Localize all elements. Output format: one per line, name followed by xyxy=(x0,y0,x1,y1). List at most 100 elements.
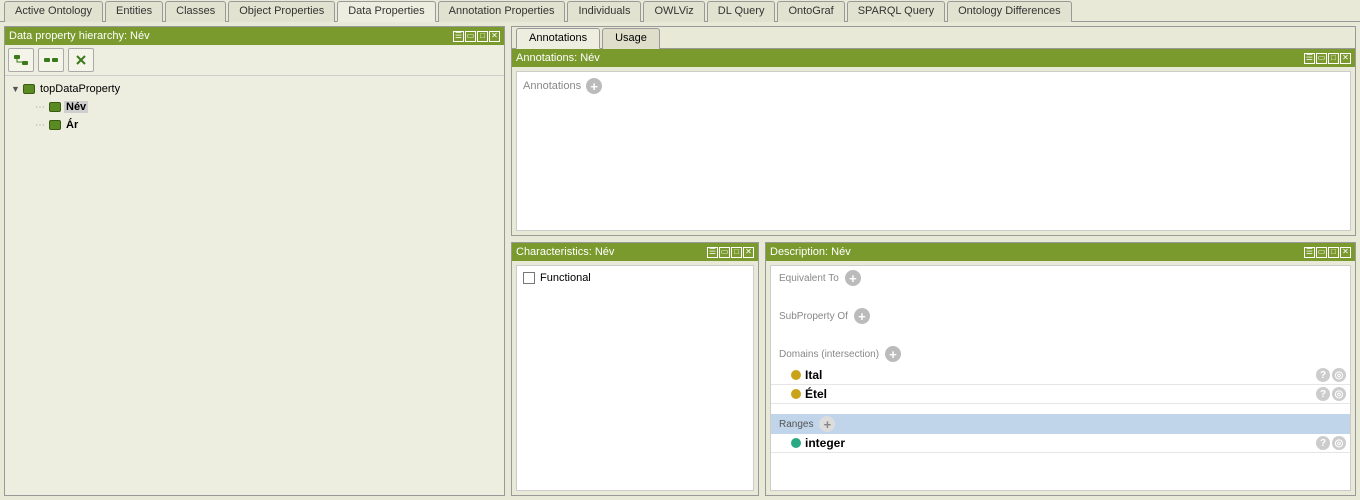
panel-close-icon[interactable]: ✕ xyxy=(1340,53,1351,64)
domain-label: Étel xyxy=(805,387,827,401)
ranges-label: Ranges xyxy=(779,419,813,430)
panel-maximize-icon[interactable]: □ xyxy=(1328,247,1339,258)
annotations-body: Annotations + xyxy=(516,71,1351,231)
panel-pin-icon[interactable]: ▭ xyxy=(1316,247,1327,258)
hierarchy-toolbar xyxy=(5,45,504,76)
hierarchy-panel-header: Data property hierarchy: Név ☰ ▭ □ ✕ xyxy=(5,27,504,45)
add-child-button[interactable] xyxy=(38,48,64,72)
equivalent-to-section: Equivalent To + xyxy=(771,266,1350,290)
annotations-add-label: Annotations xyxy=(523,80,581,92)
panel-pin-icon[interactable]: ▭ xyxy=(1316,53,1327,64)
tab-annotation-properties[interactable]: Annotation Properties xyxy=(438,1,566,22)
add-range-button[interactable]: + xyxy=(819,416,835,432)
help-icon[interactable]: ? xyxy=(1316,368,1330,382)
tree-connector-icon: ⋯ xyxy=(35,102,49,113)
tab-individuals[interactable]: Individuals xyxy=(567,1,641,22)
panel-view-icon[interactable]: ☰ xyxy=(707,247,718,258)
panel-pin-icon[interactable]: ▭ xyxy=(719,247,730,258)
edit-icon[interactable]: ◎ xyxy=(1332,387,1346,401)
functional-label: Functional xyxy=(540,272,591,284)
tree-collapse-icon[interactable]: ▼ xyxy=(11,84,23,94)
annotations-panel: Annotations Usage Annotations: Név ☰ ▭ □… xyxy=(511,26,1356,236)
functional-checkbox[interactable] xyxy=(523,272,535,284)
characteristics-body: Functional xyxy=(516,265,754,491)
datatype-bullet-icon xyxy=(791,438,801,448)
description-panel-header: Description: Név ☰ ▭ □ ✕ xyxy=(766,243,1355,261)
subproperty-label: SubProperty Of xyxy=(779,311,848,322)
panel-close-icon[interactable]: ✕ xyxy=(1340,247,1351,258)
edit-icon[interactable]: ◎ xyxy=(1332,436,1346,450)
characteristics-panel-header: Characteristics: Név ☰ ▭ □ ✕ xyxy=(512,243,758,261)
panel-maximize-icon[interactable]: □ xyxy=(731,247,742,258)
workspace: Data property hierarchy: Név ☰ ▭ □ ✕ ▼ xyxy=(0,22,1360,500)
domain-label: Ital xyxy=(805,368,822,382)
ranges-section: Ranges + xyxy=(771,414,1350,434)
tab-dl-query[interactable]: DL Query xyxy=(707,1,776,22)
bottom-row: Characteristics: Név ☰ ▭ □ ✕ Functional xyxy=(511,242,1356,496)
help-icon[interactable]: ? xyxy=(1316,387,1330,401)
domain-item-ital[interactable]: Ital ? ◎ xyxy=(771,366,1350,385)
domain-item-etel[interactable]: Étel ? ◎ xyxy=(771,385,1350,404)
description-panel: Description: Név ☰ ▭ □ ✕ Equivalent To + xyxy=(765,242,1356,496)
sub-tab-bar: Annotations Usage xyxy=(512,27,1355,49)
tree-item-label: Ár xyxy=(64,119,80,131)
tree-root-label: topDataProperty xyxy=(38,83,122,95)
tree-item-ar[interactable]: ⋯ Ár xyxy=(11,116,498,134)
tab-object-properties[interactable]: Object Properties xyxy=(228,1,335,22)
right-pane: Annotations Usage Annotations: Név ☰ ▭ □… xyxy=(511,26,1356,496)
sub-tab-annotations[interactable]: Annotations xyxy=(516,28,600,49)
range-label: integer xyxy=(805,436,845,450)
panel-view-icon[interactable]: ☰ xyxy=(1304,247,1315,258)
add-sibling-button[interactable] xyxy=(8,48,34,72)
domains-section: Domains (intersection) + xyxy=(771,342,1350,366)
tab-active-ontology[interactable]: Active Ontology xyxy=(4,1,103,22)
tab-sparql-query[interactable]: SPARQL Query xyxy=(847,1,945,22)
equivalent-to-label: Equivalent To xyxy=(779,273,839,284)
property-icon xyxy=(23,84,35,94)
annotations-panel-header: Annotations: Név ☰ ▭ □ ✕ xyxy=(512,49,1355,67)
description-panel-title: Description: Név xyxy=(770,246,1304,258)
hierarchy-panel: Data property hierarchy: Név ☰ ▭ □ ✕ ▼ xyxy=(4,26,505,496)
tree-item-label: Név xyxy=(64,101,88,113)
range-item-integer[interactable]: integer ? ◎ xyxy=(771,434,1350,453)
domains-label: Domains (intersection) xyxy=(779,349,879,360)
panel-pin-icon[interactable]: ▭ xyxy=(465,31,476,42)
panel-close-icon[interactable]: ✕ xyxy=(743,247,754,258)
panel-maximize-icon[interactable]: □ xyxy=(477,31,488,42)
help-icon[interactable]: ? xyxy=(1316,436,1330,450)
tab-data-properties[interactable]: Data Properties xyxy=(337,1,435,22)
hierarchy-panel-title: Data property hierarchy: Név xyxy=(9,30,453,42)
add-equivalent-button[interactable]: + xyxy=(845,270,861,286)
sub-tab-usage[interactable]: Usage xyxy=(602,28,660,49)
panel-view-icon[interactable]: ☰ xyxy=(453,31,464,42)
tree-root[interactable]: ▼ topDataProperty xyxy=(11,80,498,98)
tree-connector-icon: ⋯ xyxy=(35,120,49,131)
characteristics-panel-title: Characteristics: Név xyxy=(516,246,707,258)
tab-ontograf[interactable]: OntoGraf xyxy=(777,1,844,22)
description-body: Equivalent To + SubProperty Of + Domains… xyxy=(770,265,1351,491)
annotations-panel-title: Annotations: Név xyxy=(516,52,1304,64)
tab-classes[interactable]: Classes xyxy=(165,1,226,22)
hierarchy-tree: ▼ topDataProperty ⋯ Név ⋯ Ár xyxy=(5,76,504,495)
add-subproperty-button[interactable]: + xyxy=(854,308,870,324)
property-icon xyxy=(49,102,61,112)
add-annotation-button[interactable]: + xyxy=(586,78,602,94)
annotations-add-row: Annotations + xyxy=(523,78,1344,94)
class-bullet-icon xyxy=(791,370,801,380)
property-icon xyxy=(49,120,61,130)
tab-entities[interactable]: Entities xyxy=(105,1,163,22)
tab-ontology-differences[interactable]: Ontology Differences xyxy=(947,1,1072,22)
add-domain-button[interactable]: + xyxy=(885,346,901,362)
characteristics-panel: Characteristics: Név ☰ ▭ □ ✕ Functional xyxy=(511,242,759,496)
class-bullet-icon xyxy=(791,389,801,399)
edit-icon[interactable]: ◎ xyxy=(1332,368,1346,382)
panel-close-icon[interactable]: ✕ xyxy=(489,31,500,42)
panel-view-icon[interactable]: ☰ xyxy=(1304,53,1315,64)
main-tab-bar: Active Ontology Entities Classes Object … xyxy=(0,0,1360,22)
functional-checkbox-row: Functional xyxy=(523,272,747,284)
subproperty-section: SubProperty Of + xyxy=(771,304,1350,328)
tab-owlviz[interactable]: OWLViz xyxy=(643,1,704,22)
tree-item-nev[interactable]: ⋯ Név xyxy=(11,98,498,116)
panel-maximize-icon[interactable]: □ xyxy=(1328,53,1339,64)
delete-button[interactable] xyxy=(68,48,94,72)
